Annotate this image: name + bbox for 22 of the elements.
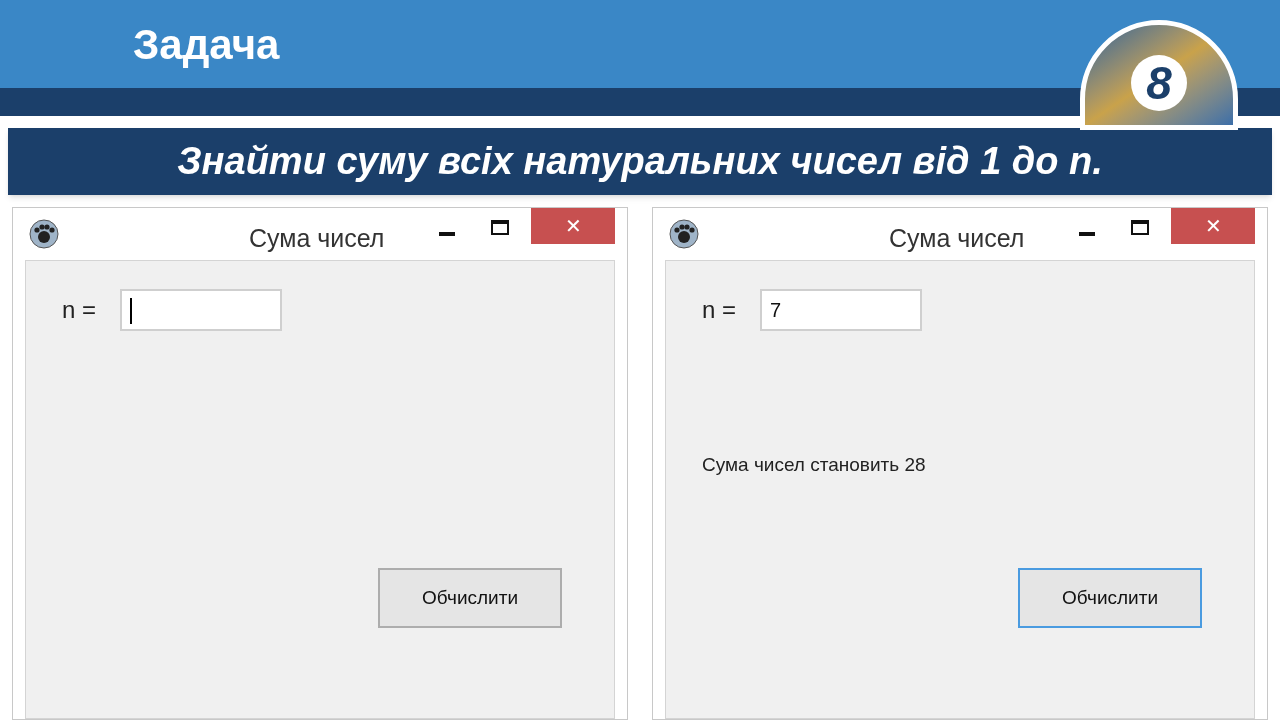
text-caret <box>130 298 133 324</box>
close-button[interactable]: ✕ <box>531 208 615 244</box>
minimize-icon[interactable] <box>1079 232 1095 236</box>
calculate-button[interactable]: Обчислити <box>1018 568 1202 628</box>
n-input-field[interactable] <box>120 289 283 331</box>
slide-title: Задача <box>133 19 280 70</box>
maximize-icon[interactable] <box>491 220 509 235</box>
maximize-icon[interactable] <box>1131 220 1149 235</box>
minimize-icon[interactable] <box>439 232 455 236</box>
logo-number: 8 <box>1131 55 1187 111</box>
close-button[interactable]: ✕ <box>1171 208 1255 244</box>
window-title: Сума чисел <box>889 223 1025 254</box>
calculate-button[interactable]: Обчислити <box>378 568 562 628</box>
paw-icon <box>29 219 59 249</box>
n-label: n = <box>702 295 737 325</box>
n-label: n = <box>62 295 97 325</box>
n-input-field[interactable]: 7 <box>760 289 923 331</box>
result-text: Сума чисел становить 28 <box>702 453 926 478</box>
field-value: 7 <box>770 298 782 323</box>
paw-icon <box>669 219 699 249</box>
task-text: Знайти суму всіх натуральних чисел від 1 до n. <box>177 139 1103 184</box>
window-title: Сума чисел <box>249 223 385 254</box>
